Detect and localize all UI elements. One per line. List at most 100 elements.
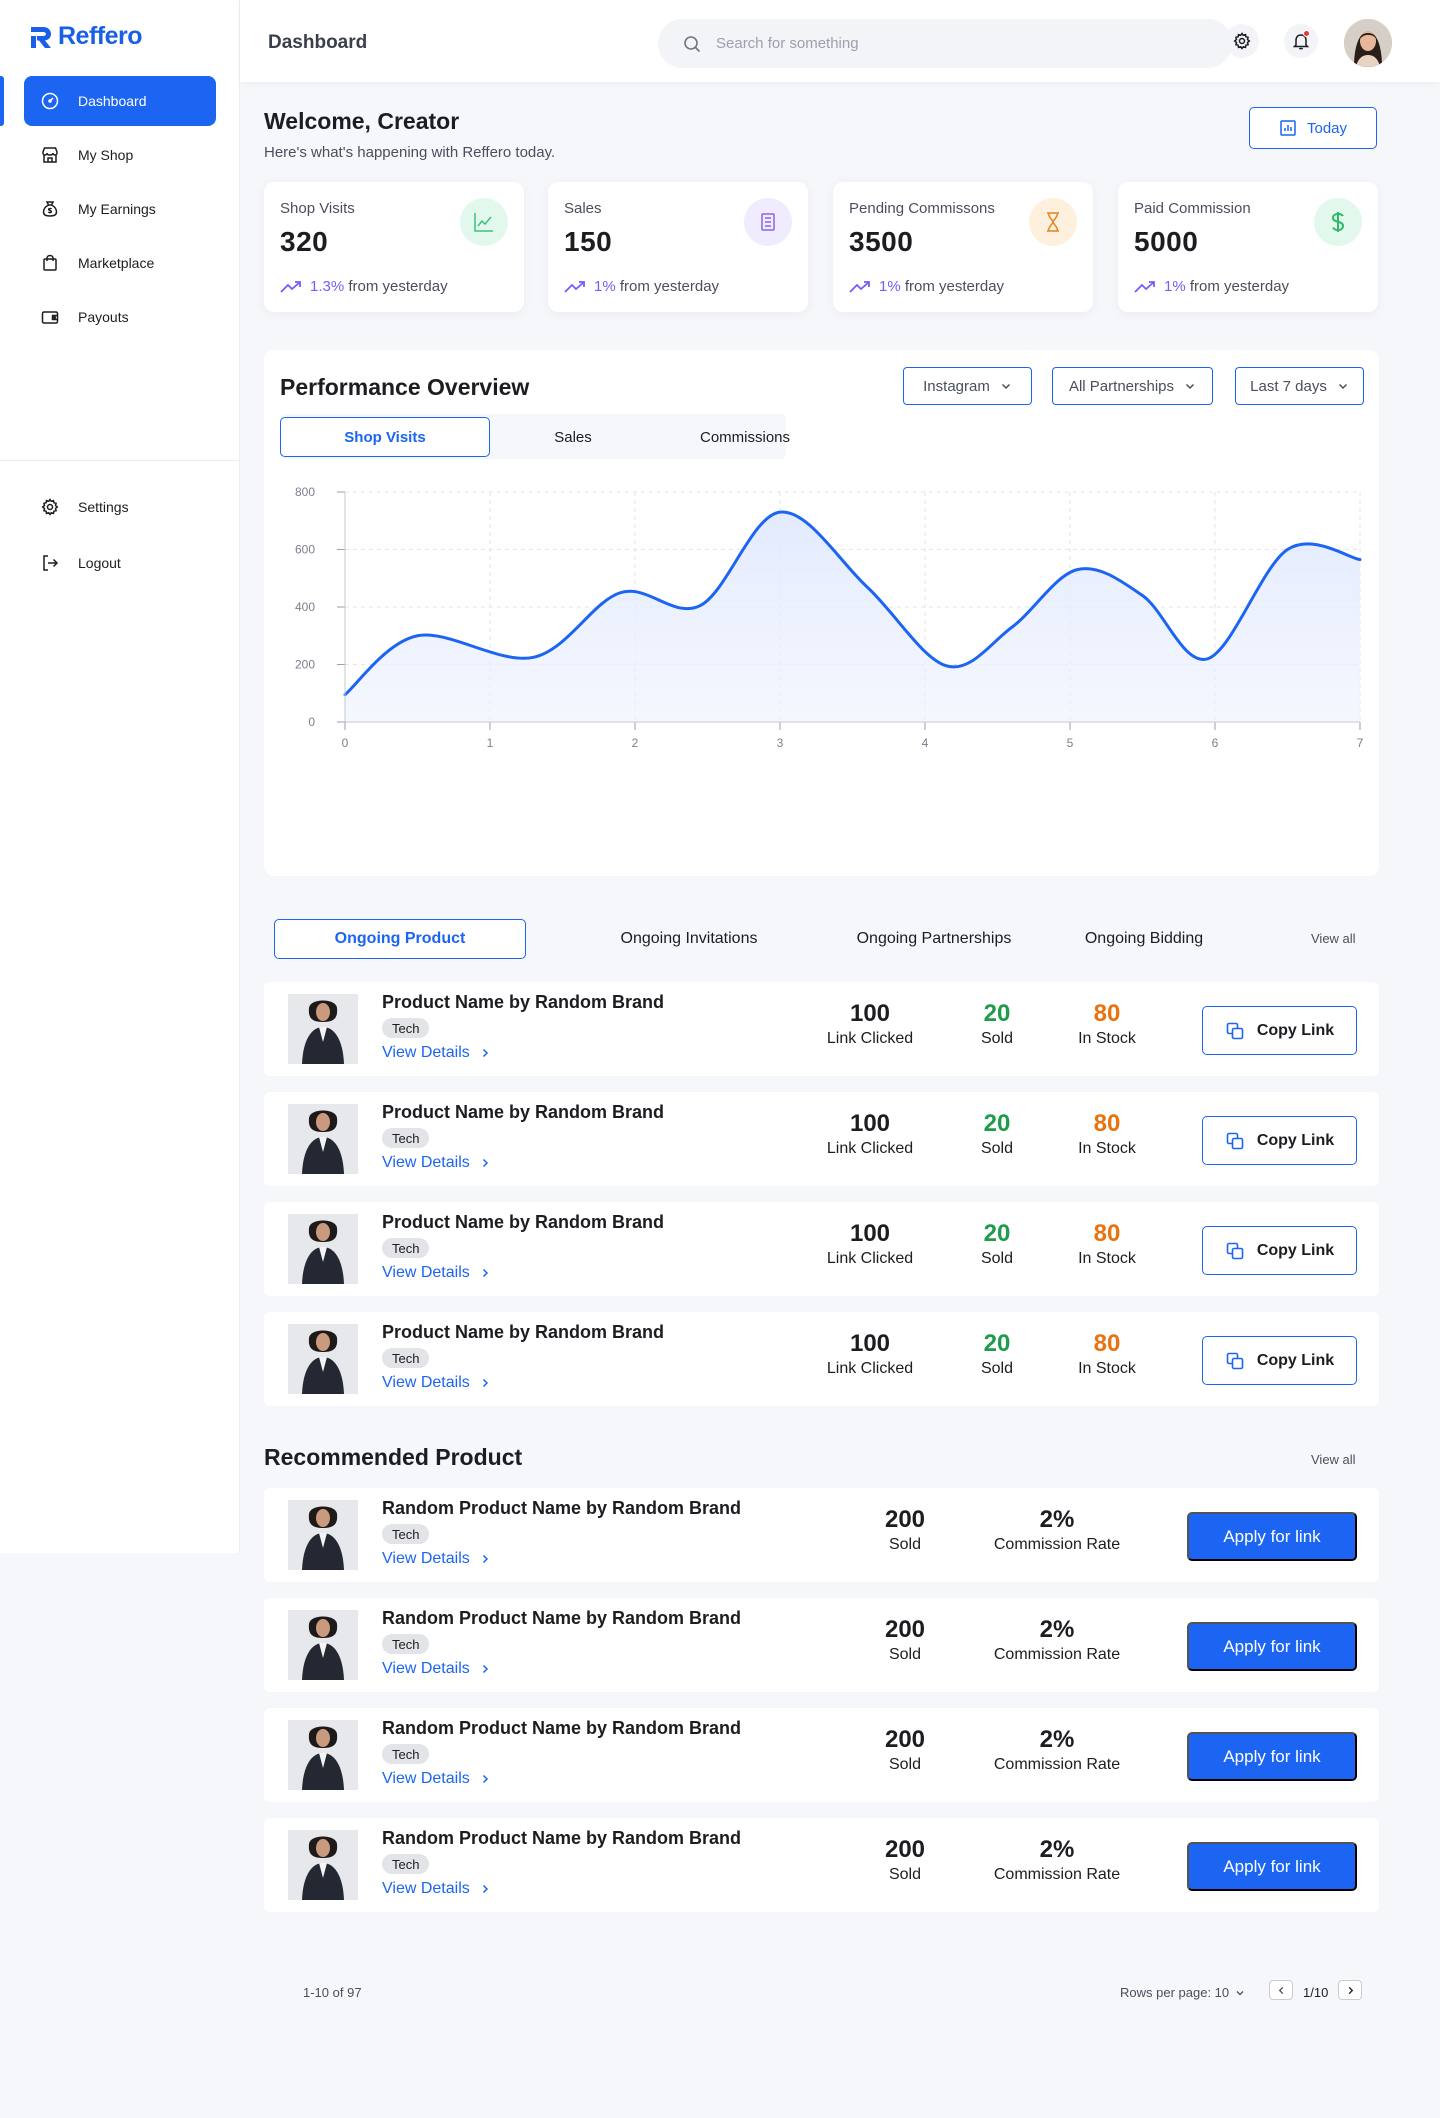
logo[interactable]: Reffero	[28, 22, 143, 51]
metric-value: 200	[884, 1616, 926, 1643]
platform-dropdown[interactable]: Instagram	[903, 367, 1032, 405]
hourglass-icon	[1047, 212, 1059, 232]
metric-in-stock: 80 In Stock	[1078, 1110, 1136, 1158]
sidebar-item-my-shop[interactable]: My Shop	[24, 130, 216, 180]
metric-label: Sold	[980, 1360, 1014, 1377]
copy-icon	[1226, 1022, 1244, 1039]
view-all-link[interactable]: View all	[1311, 1452, 1356, 1467]
tab-commissions[interactable]: Commissions	[660, 417, 830, 457]
wallet-icon	[41, 311, 59, 324]
tab-ongoing-product[interactable]: Ongoing Product	[274, 919, 526, 959]
rows-per-page-label: Rows per page: 10	[1120, 1985, 1230, 2000]
stat-label: Pending Commissons	[849, 200, 995, 217]
sidebar-item-payouts[interactable]: Payouts	[24, 292, 216, 342]
metric-link-clicked: 100 Link Clicked	[827, 1330, 913, 1378]
view-details-link[interactable]: View Details	[382, 1550, 490, 1568]
sidebar-item-my-earnings[interactable]: My Earnings	[24, 184, 216, 234]
partnership-dropdown[interactable]: All Partnerships	[1052, 367, 1213, 405]
copy-link-button[interactable]: Copy Link	[1202, 1006, 1357, 1055]
product-thumbnail	[288, 1830, 358, 1900]
copy-link-button[interactable]: Copy Link	[1202, 1336, 1357, 1385]
sidebar: Reffero Dashboard My Shop My Earnings Ma…	[0, 0, 240, 1553]
gauge-icon	[41, 92, 59, 110]
next-page-button[interactable]	[1338, 1980, 1362, 2000]
product-thumbnail	[288, 1214, 358, 1284]
metric-link-clicked: 100 Link Clicked	[827, 1110, 913, 1158]
copy-link-button[interactable]: Copy Link	[1202, 1226, 1357, 1275]
metric-value: 2%	[1039, 1506, 1075, 1533]
metric-label: Link Clicked	[826, 1030, 914, 1047]
metric-value: 2%	[1039, 1726, 1075, 1753]
stat-icon-wrap	[460, 198, 508, 246]
x-tick-label: 2	[632, 736, 639, 750]
chevron-down-icon	[1185, 383, 1195, 390]
view-all-link[interactable]: View all	[1311, 931, 1356, 946]
copy-link-label: Copy Link	[1256, 1351, 1335, 1369]
chart-line-icon	[474, 213, 493, 232]
view-details-label: View Details	[382, 1044, 470, 1061]
apply-for-link-button[interactable]: Apply for link	[1187, 1512, 1357, 1561]
search-input[interactable]	[716, 35, 1176, 52]
apply-for-link-button[interactable]: Apply for link	[1187, 1732, 1357, 1781]
date-range-dropdown[interactable]: Last 7 days	[1235, 367, 1364, 405]
metric-value: 80	[1093, 1000, 1121, 1027]
metric-label: Sold	[888, 1536, 922, 1553]
sidebar-item-marketplace[interactable]: Marketplace	[24, 238, 216, 288]
prev-page-button[interactable]	[1269, 1980, 1293, 2000]
view-details-label: View Details	[382, 1550, 470, 1567]
copy-link-button[interactable]: Copy Link	[1202, 1116, 1357, 1165]
chevron-right-icon	[482, 1884, 488, 1894]
avatar[interactable]	[1344, 19, 1392, 67]
view-details-link[interactable]: View Details	[382, 1660, 490, 1678]
brand-name: Reffero	[58, 22, 143, 50]
tab-ongoing-partnerships[interactable]: Ongoing Partnerships	[834, 919, 1034, 959]
stat-value: 3500	[849, 226, 914, 257]
tab-ongoing-bidding[interactable]: Ongoing Bidding	[1064, 919, 1224, 959]
chevron-down-icon	[1338, 383, 1347, 390]
metric-label: In Stock	[1078, 1140, 1136, 1157]
product-image	[288, 994, 358, 1064]
tab-shop-visits[interactable]: Shop Visits	[280, 417, 490, 457]
view-details-link[interactable]: View Details	[382, 1264, 490, 1282]
settings-button[interactable]	[1225, 24, 1259, 58]
x-tick-label: 5	[1067, 736, 1074, 750]
today-button[interactable]: Today	[1249, 107, 1377, 149]
gear-icon	[41, 498, 59, 516]
money-bag-icon	[42, 201, 58, 217]
tab-sales[interactable]: Sales	[480, 417, 666, 457]
trend-up-icon	[1134, 280, 1155, 293]
product-image	[288, 1500, 358, 1570]
view-details-link[interactable]: View Details	[382, 1154, 490, 1172]
apply-for-link-button[interactable]: Apply for link	[1187, 1622, 1357, 1671]
view-details-link[interactable]: View Details	[382, 1770, 490, 1788]
metric-label: In Stock	[1078, 1030, 1136, 1047]
y-tick-label: 800	[295, 485, 315, 499]
stat-value: 320	[280, 226, 329, 257]
metric-label: Sold	[980, 1030, 1014, 1047]
tab-ongoing-invitations[interactable]: Ongoing Invitations	[594, 919, 784, 959]
metric-label: In Stock	[1078, 1250, 1136, 1267]
stat-card-sales: Sales 150 1% from yesterday	[548, 182, 808, 312]
product-name: Random Product Name by Random Brand	[382, 1608, 742, 1628]
product-image	[288, 1324, 358, 1394]
sidebar-item-dashboard[interactable]: Dashboard	[0, 76, 216, 126]
x-tick-label: 7	[1357, 736, 1364, 750]
sidebar-item-settings[interactable]: Settings	[24, 482, 216, 532]
metric-label: Link Clicked	[826, 1360, 914, 1377]
metric-in-stock: 80 In Stock	[1078, 1000, 1136, 1048]
view-details-link[interactable]: View Details	[382, 1880, 490, 1898]
rows-per-page-select[interactable]: Rows per page: 10	[1120, 1985, 1245, 2000]
logout-icon	[43, 555, 59, 571]
apply-for-link-button[interactable]: Apply for link	[1187, 1842, 1357, 1891]
product-name: Product Name by Random Brand	[382, 1102, 665, 1122]
sidebar-item-logout[interactable]: Logout	[24, 538, 216, 588]
metric-value: 200	[884, 1726, 926, 1753]
metric-value: 100	[849, 1000, 891, 1027]
stat-pct: 1%	[1164, 278, 1186, 295]
notifications-button[interactable]	[1284, 24, 1318, 58]
view-details-link[interactable]: View Details	[382, 1044, 490, 1062]
view-details-label: View Details	[382, 1660, 470, 1677]
product-image	[288, 1720, 358, 1790]
view-details-link[interactable]: View Details	[382, 1374, 490, 1392]
stat-label: Sales	[564, 200, 602, 217]
